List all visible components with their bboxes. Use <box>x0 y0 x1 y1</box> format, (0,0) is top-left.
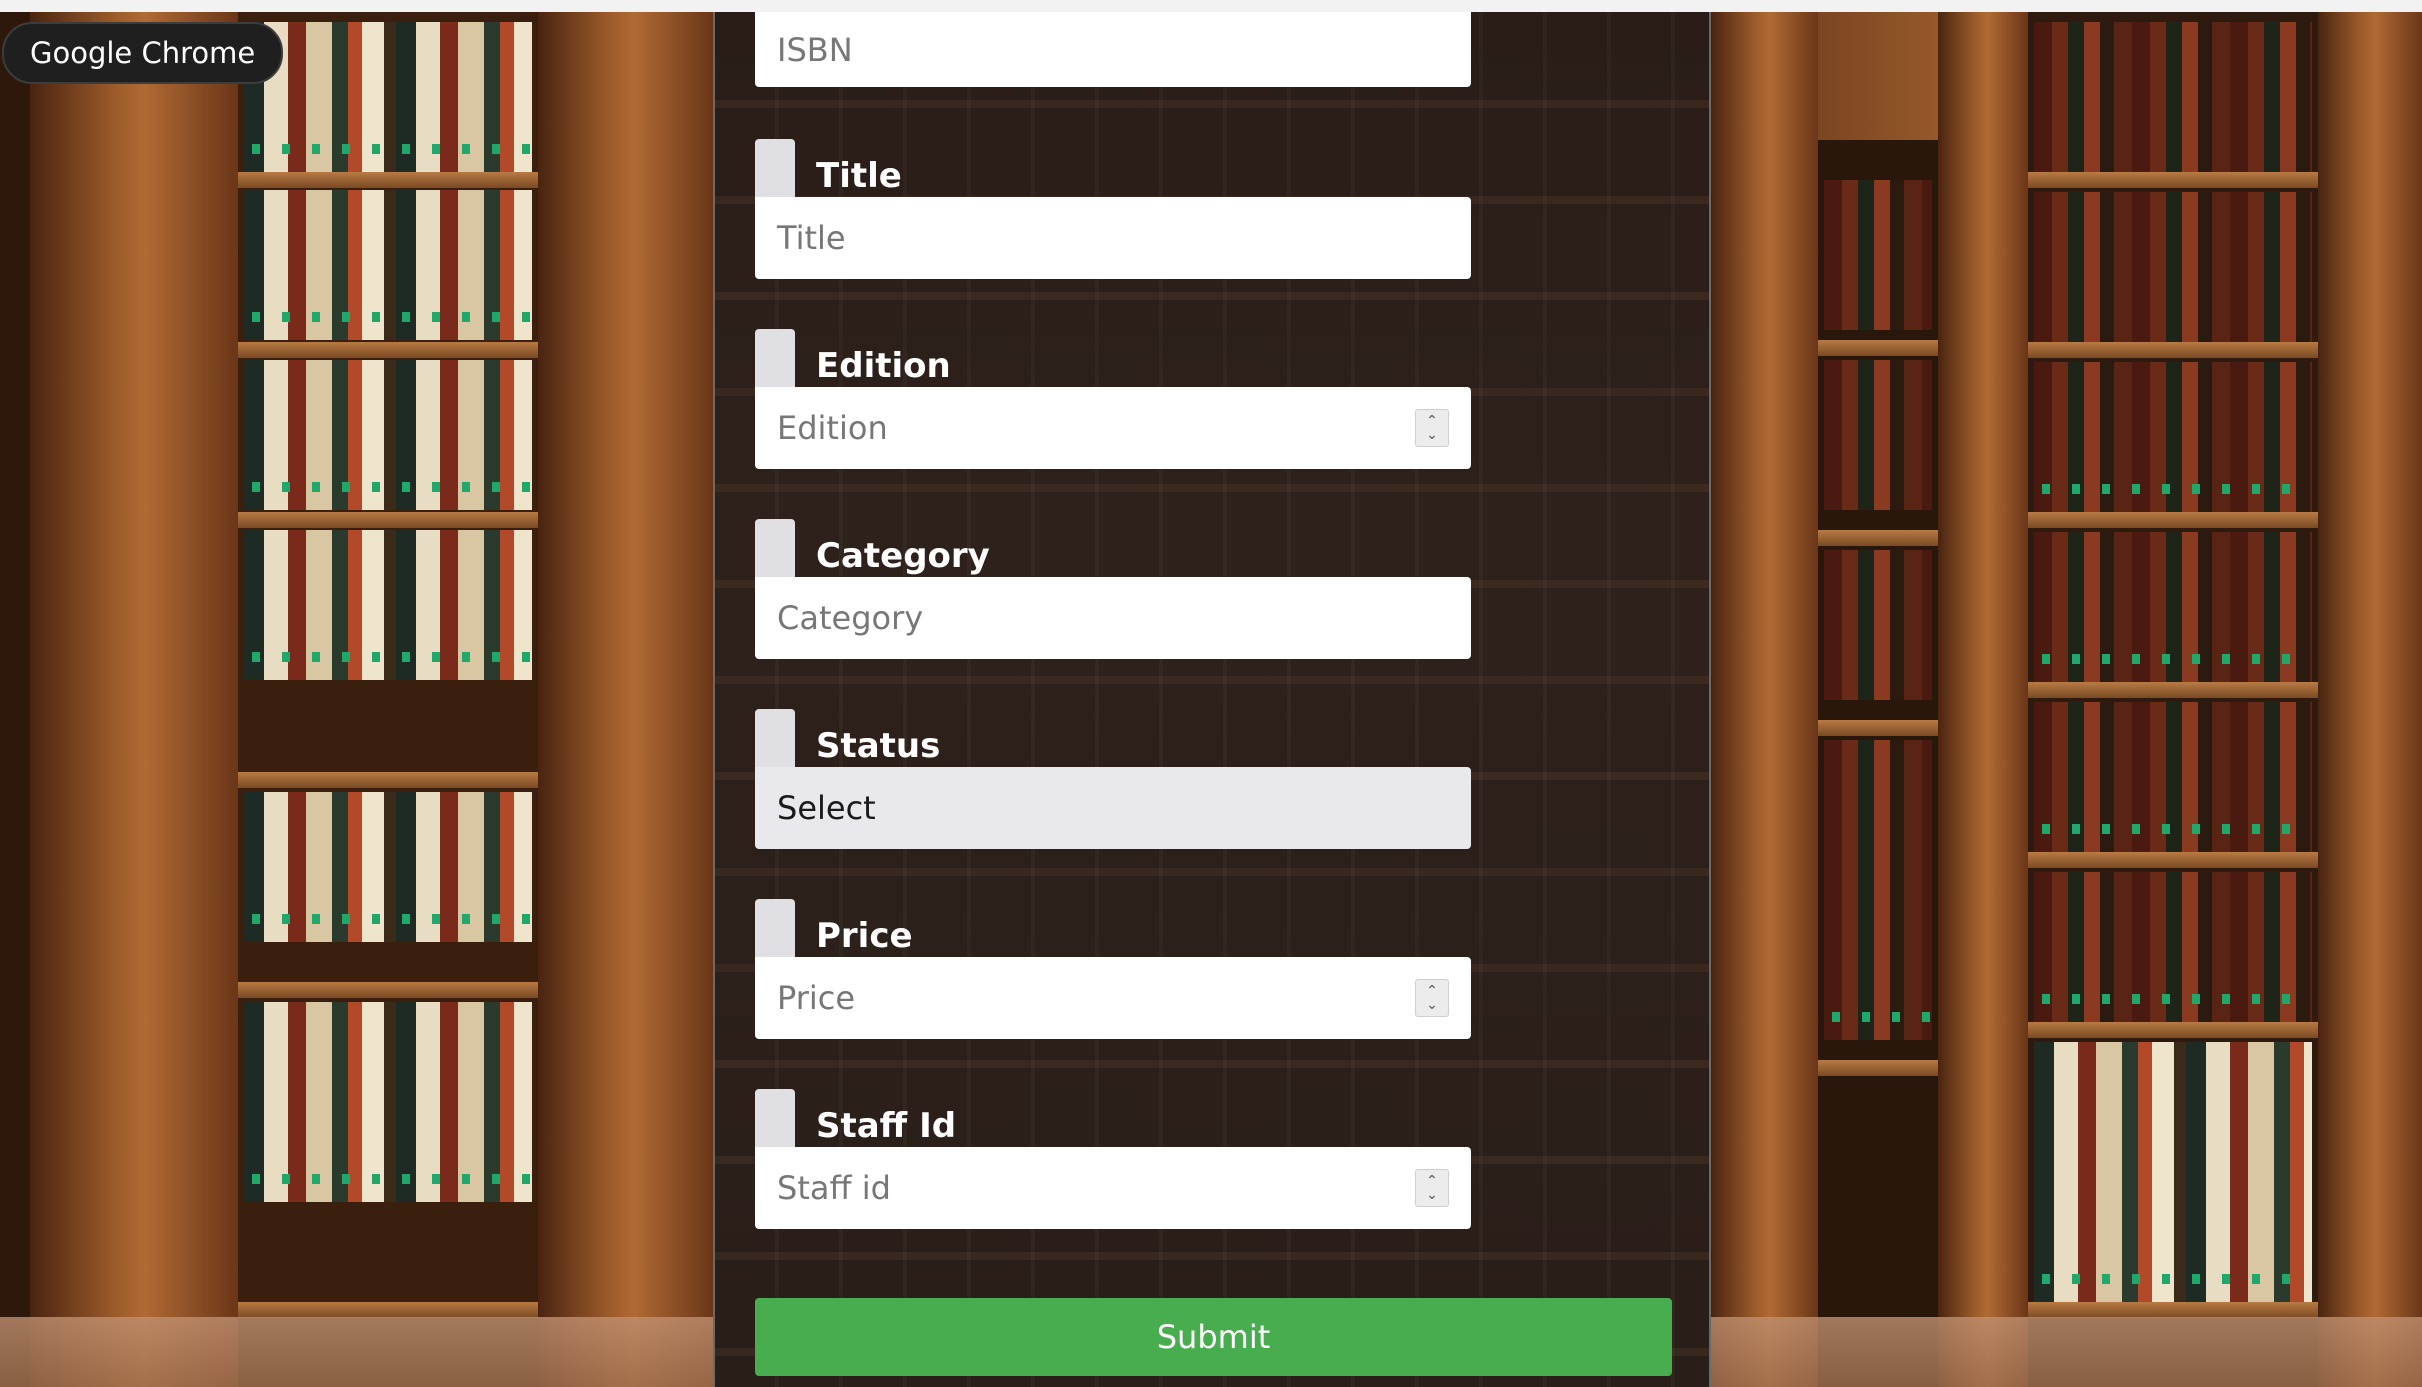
field-title: Title Title <box>755 139 1471 279</box>
left-wooden-pillar <box>30 12 238 1387</box>
label-tab <box>755 1089 795 1147</box>
staff-id-input[interactable]: Staff id ⌃ ⌄ <box>755 1147 1471 1229</box>
price-placeholder: Price <box>777 979 856 1017</box>
right-bookshelf <box>2028 12 2318 1387</box>
title-label: Title <box>816 156 902 196</box>
status-selected-value: Select <box>777 789 876 827</box>
field-staff-id: Staff Id Staff id ⌃ ⌄ <box>755 1089 1471 1229</box>
staff-id-placeholder: Staff id <box>777 1169 891 1207</box>
page: ISBN Title Title Edition Edition ⌃ ⌄ Cat… <box>0 0 2422 1387</box>
edition-placeholder: Edition <box>777 409 888 447</box>
isbn-placeholder: ISBN <box>777 30 853 69</box>
price-spinner-icon[interactable]: ⌃ ⌄ <box>1415 979 1449 1017</box>
field-price: Price Price ⌃ ⌄ <box>755 899 1471 1039</box>
category-input[interactable]: Category <box>755 577 1471 659</box>
category-placeholder: Category <box>777 599 924 637</box>
left-arch-pillar <box>538 12 713 1387</box>
left-bookshelf <box>238 12 538 1387</box>
status-label: Status <box>816 726 941 766</box>
submit-button[interactable]: Submit <box>755 1298 1672 1376</box>
google-chrome-tooltip: Google Chrome <box>2 22 284 84</box>
label-tab <box>755 139 795 197</box>
staff-id-label: Staff Id <box>816 1106 957 1146</box>
title-placeholder: Title <box>777 219 846 257</box>
right-wooden-pillar <box>1938 12 2028 1387</box>
label-tab <box>755 709 795 767</box>
isbn-input[interactable]: ISBN <box>755 12 1471 87</box>
field-status: Status Select <box>755 709 1471 849</box>
field-edition: Edition Edition ⌃ ⌄ <box>755 329 1471 469</box>
label-tab <box>755 519 795 577</box>
label-tab <box>755 329 795 387</box>
status-select[interactable]: Select <box>755 767 1471 849</box>
right-inner-shelf <box>1818 140 1938 1387</box>
field-category: Category Category <box>755 519 1471 659</box>
edition-label: Edition <box>816 346 951 386</box>
staff-id-spinner-icon[interactable]: ⌃ ⌄ <box>1415 1169 1449 1207</box>
price-label: Price <box>816 916 913 956</box>
title-input[interactable]: Title <box>755 197 1471 279</box>
right-door-panel <box>2318 12 2422 1387</box>
label-tab <box>755 899 795 957</box>
left-edge-shelf <box>0 12 30 1387</box>
price-input[interactable]: Price ⌃ ⌄ <box>755 957 1471 1039</box>
edition-spinner-icon[interactable]: ⌃ ⌄ <box>1415 409 1449 447</box>
edition-input[interactable]: Edition ⌃ ⌄ <box>755 387 1471 469</box>
browser-top-edge <box>0 0 2422 12</box>
field-isbn: ISBN <box>755 12 1471 87</box>
book-form-panel: ISBN Title Title Edition Edition ⌃ ⌄ Cat… <box>713 12 1711 1387</box>
right-arch-pillar <box>1711 12 1818 1387</box>
category-label: Category <box>816 536 990 576</box>
